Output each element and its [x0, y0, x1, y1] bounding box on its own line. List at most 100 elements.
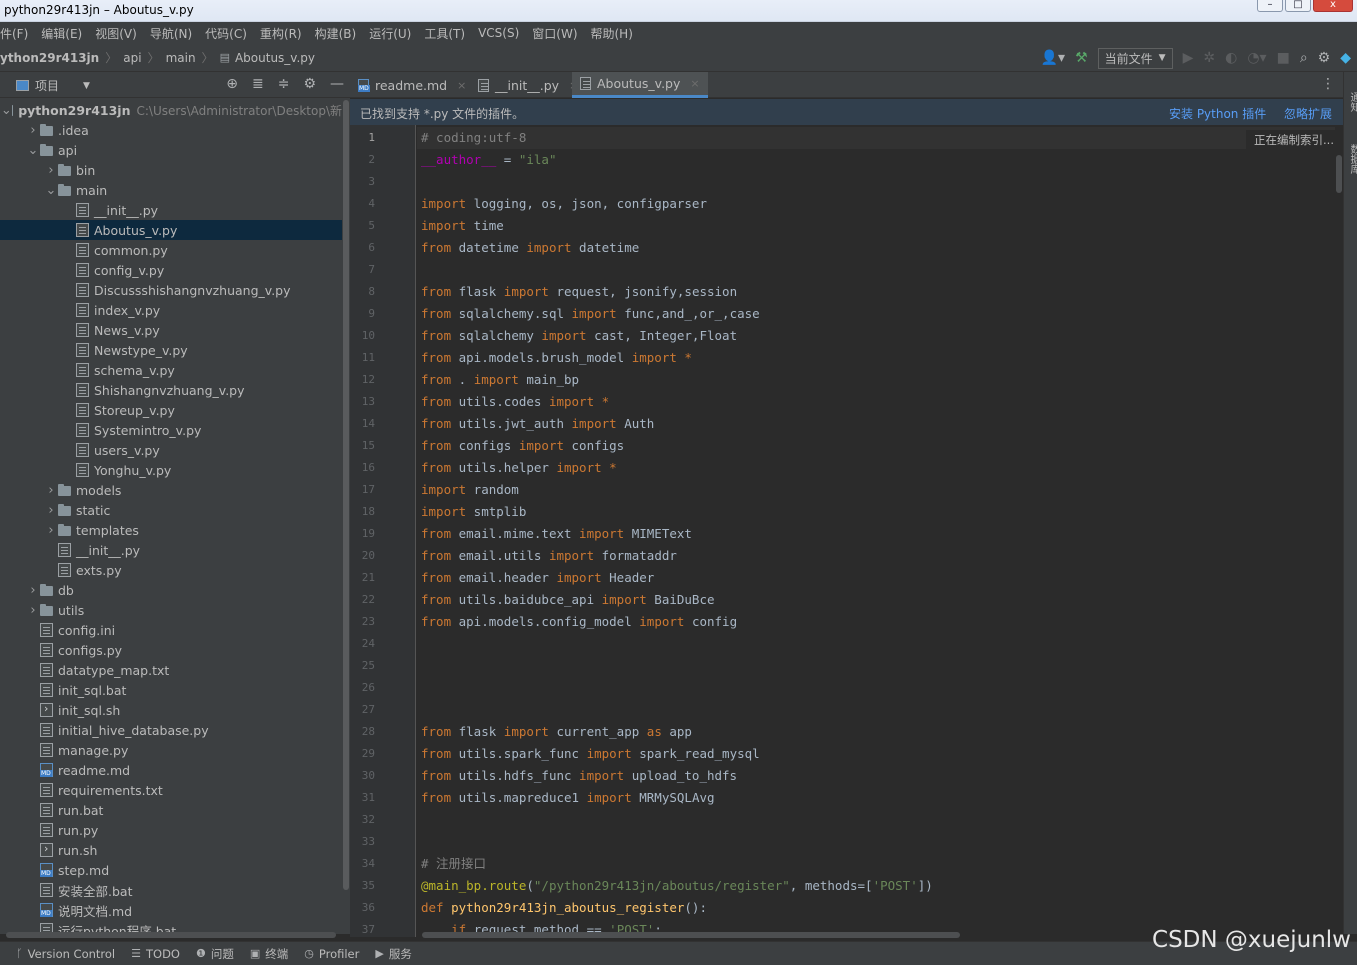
- search-icon[interactable]: ⌕: [1300, 50, 1308, 66]
- breadcrumb-item[interactable]: api: [123, 51, 141, 65]
- tree-item[interactable]: ⌄ main: [0, 180, 342, 200]
- tree-horizontal-scrollbar[interactable]: [6, 932, 336, 938]
- menu-item[interactable]: 视图(V): [95, 25, 137, 42]
- code-line[interactable]: from utils.jwt_auth import Auth: [421, 413, 654, 435]
- tree-item[interactable]: step.md: [0, 860, 342, 880]
- code-line[interactable]: from flask import request, jsonify,sessi…: [421, 281, 737, 303]
- menu-item[interactable]: 运行(U): [369, 25, 411, 42]
- close-icon[interactable]: ×: [457, 79, 466, 92]
- hide-panel-icon[interactable]: —: [330, 76, 344, 92]
- tree-item[interactable]: › bin: [0, 160, 342, 180]
- code-line[interactable]: import time: [421, 215, 504, 237]
- minimize-icon[interactable]: –: [1257, 0, 1283, 12]
- chevron-right-icon[interactable]: ›: [44, 523, 58, 538]
- tree-item[interactable]: requirements.txt: [0, 780, 342, 800]
- tree-item[interactable]: users_v.py: [0, 440, 342, 460]
- code-line[interactable]: from utils.baidubce_api import BaiDuBce: [421, 589, 715, 611]
- tree-item[interactable]: readme.md: [0, 760, 342, 780]
- menu-item[interactable]: 重构(R): [260, 25, 302, 42]
- profile-icon[interactable]: ◔▾: [1247, 50, 1266, 66]
- tree-item[interactable]: config_v.py: [0, 260, 342, 280]
- code-line[interactable]: from utils.hdfs_func import upload_to_hd…: [421, 765, 737, 787]
- more-options-icon[interactable]: ⋮: [1321, 76, 1335, 92]
- code-line[interactable]: from utils.spark_func import spark_read_…: [421, 743, 760, 765]
- menu-item[interactable]: 代码(C): [205, 25, 247, 42]
- code-line[interactable]: from configs import configs: [421, 435, 624, 457]
- status-tool-window-button[interactable]: ☰ TODO: [131, 947, 180, 961]
- code-line[interactable]: from api.models.config_model import conf…: [421, 611, 737, 633]
- tree-item[interactable]: ⌄ api: [0, 140, 342, 160]
- tree-item[interactable]: Systemintro_v.py: [0, 420, 342, 440]
- chevron-down-icon[interactable]: ⌄: [1, 103, 12, 118]
- tree-item[interactable]: config.ini: [0, 620, 342, 640]
- tree-item[interactable]: common.py: [0, 240, 342, 260]
- status-tool-window-button[interactable]: ◷ Profiler: [304, 947, 359, 961]
- chevron-right-icon[interactable]: ›: [26, 583, 40, 598]
- chevron-right-icon[interactable]: ›: [26, 123, 40, 138]
- ignore-extension-link[interactable]: 忽略扩展: [1284, 105, 1332, 122]
- tree-item[interactable]: index_v.py: [0, 300, 342, 320]
- tree-item[interactable]: schema_v.py: [0, 360, 342, 380]
- code-line[interactable]: from datetime import datetime: [421, 237, 639, 259]
- editor-scrollbar[interactable]: [1335, 125, 1343, 937]
- chevron-right-icon[interactable]: ›: [44, 163, 58, 178]
- code-line[interactable]: from utils.mapreduce1 import MRMySQLAvg: [421, 787, 715, 809]
- code-line[interactable]: # 注册接口: [421, 853, 486, 875]
- plugin-icon[interactable]: ◆: [1340, 50, 1351, 66]
- tree-item[interactable]: 说明文档.md: [0, 900, 342, 920]
- tree-item[interactable]: run.bat: [0, 800, 342, 820]
- run-icon[interactable]: ▶: [1183, 50, 1194, 66]
- menu-item[interactable]: 编辑(E): [41, 25, 82, 42]
- menu-item[interactable]: 导航(N): [150, 25, 192, 42]
- tree-item[interactable]: Yonghu_v.py: [0, 460, 342, 480]
- breadcrumb-item[interactable]: Aboutus_v.py: [235, 51, 315, 65]
- menu-item[interactable]: VCS(S): [478, 26, 519, 40]
- code-line[interactable]: import logging, os, json, configparser: [421, 193, 707, 215]
- tree-item[interactable]: init_sql.bat: [0, 680, 342, 700]
- code-line[interactable]: def python29r413jn_aboutus_register():: [421, 897, 707, 919]
- tree-item[interactable]: run.py: [0, 820, 342, 840]
- tree-item[interactable]: ⌄ python29r413jn C:\Users\Administrator\De…: [0, 100, 342, 120]
- menu-item[interactable]: 工具(T): [424, 25, 465, 42]
- editor-tab[interactable]: readme.md ×: [350, 72, 474, 98]
- tree-item[interactable]: News_v.py: [0, 320, 342, 340]
- code-line[interactable]: from email.utils import formataddr: [421, 545, 677, 567]
- tree-item[interactable]: Discussshishangnvzhuang_v.py: [0, 280, 342, 300]
- editor-horizontal-scrollbar[interactable]: [422, 932, 960, 938]
- project-panel-selector[interactable]: 项目 ▼: [16, 77, 90, 94]
- chevron-right-icon[interactable]: ›: [26, 603, 40, 618]
- close-icon[interactable]: ×: [690, 77, 699, 90]
- tree-item[interactable]: › .idea: [0, 120, 342, 140]
- tree-item[interactable]: › db: [0, 580, 342, 600]
- code-line[interactable]: from sqlalchemy import cast, Integer,Flo…: [421, 325, 737, 347]
- tree-item[interactable]: exts.py: [0, 560, 342, 580]
- code-line[interactable]: from . import main_bp: [421, 369, 579, 391]
- tree-item[interactable]: run.sh: [0, 840, 342, 860]
- maximize-icon[interactable]: □: [1285, 0, 1311, 12]
- tree-item[interactable]: Newstype_v.py: [0, 340, 342, 360]
- tree-item-selected[interactable]: Aboutus_v.py: [0, 220, 342, 240]
- code-line[interactable]: from sqlalchemy.sql import func,and_,or_…: [421, 303, 760, 325]
- menu-item[interactable]: 帮助(H): [591, 25, 633, 42]
- editor-scrollbar-thumb[interactable]: [1336, 155, 1342, 193]
- tree-item[interactable]: › static: [0, 500, 342, 520]
- tree-item[interactable]: __init__.py: [0, 200, 342, 220]
- menu-item[interactable]: 构建(B): [315, 25, 357, 42]
- status-tool-window-button[interactable]: ▣ 终端: [250, 946, 288, 962]
- chevron-right-icon[interactable]: ›: [44, 483, 58, 498]
- tree-item[interactable]: __init__.py: [0, 540, 342, 560]
- close-button[interactable]: x: [1313, 0, 1353, 12]
- coverage-icon[interactable]: ◐: [1225, 50, 1237, 66]
- tree-item[interactable]: Shishangnvzhuang_v.py: [0, 380, 342, 400]
- status-tool-window-button[interactable]: ᚴ Version Control: [16, 947, 115, 961]
- code-line[interactable]: from utils.codes import *: [421, 391, 609, 413]
- editor-tab[interactable]: __init__.py×: [470, 72, 586, 98]
- code-line[interactable]: # coding:utf-8: [421, 127, 526, 149]
- tree-item[interactable]: manage.py: [0, 740, 342, 760]
- code-line[interactable]: from flask import current_app as app: [421, 721, 692, 743]
- run-configuration-select[interactable]: 当前文件 ▼: [1097, 47, 1173, 69]
- code-line[interactable]: from email.mime.text import MIMEText: [421, 523, 692, 545]
- code-line[interactable]: @main_bp.route("/python29r413jn/aboutus/…: [421, 875, 933, 897]
- menu-item[interactable]: 窗口(W): [532, 25, 577, 42]
- status-tool-window-button[interactable]: ❶ 问题: [196, 946, 234, 962]
